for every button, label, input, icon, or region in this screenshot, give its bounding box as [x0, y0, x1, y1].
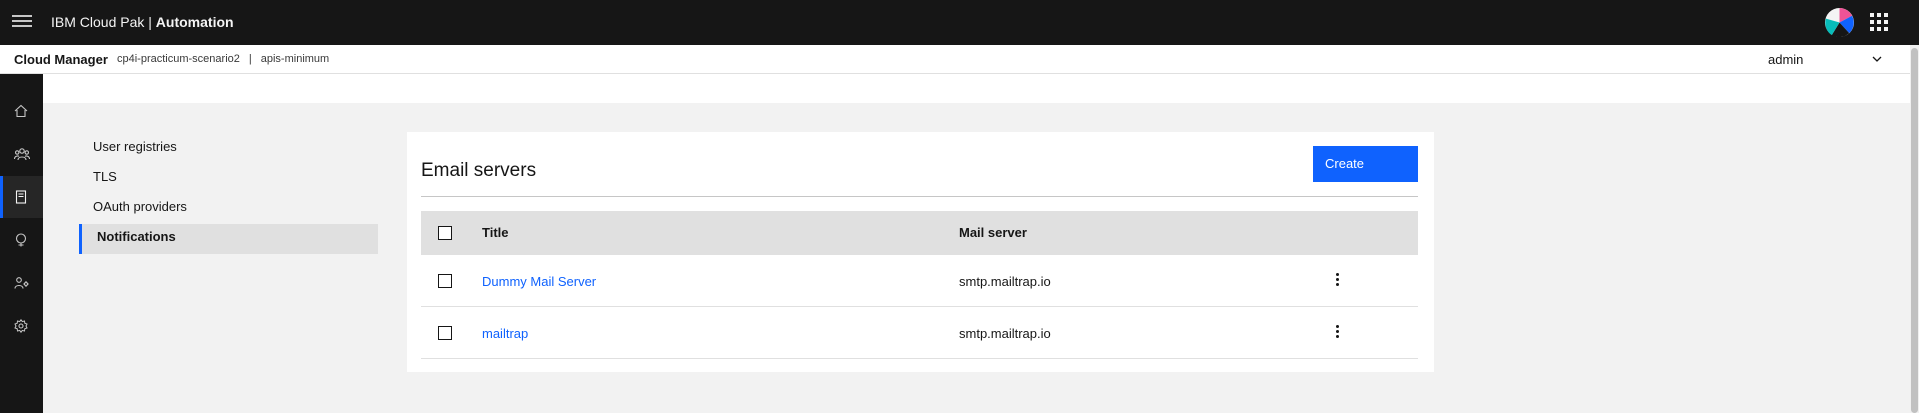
breadcrumb-org[interactable]: cp4i-practicum-scenario2 [117, 53, 240, 65]
breadcrumb-catalog[interactable]: apis-minimum [261, 53, 329, 65]
topology-icon [15, 233, 27, 247]
column-title: Title [482, 225, 509, 240]
context-bar: Cloud Manager cp4i-practicum-scenario2 | a… [0, 45, 1910, 74]
rail-topology[interactable] [0, 219, 43, 261]
breadcrumb: cp4i-practicum-scenario2 | apis-minimum [117, 53, 329, 65]
product-name: IBM Cloud Pak | Automation [51, 14, 234, 30]
brand-prefix: IBM Cloud Pak | [51, 14, 156, 30]
overflow-menu-icon[interactable] [1329, 271, 1345, 291]
hamburger-icon[interactable] [12, 12, 32, 32]
row-checkbox[interactable] [438, 274, 452, 288]
rail-members[interactable] [0, 133, 43, 175]
rail-user-management[interactable] [0, 262, 43, 304]
vertical-scrollbar[interactable] [1910, 45, 1919, 413]
user-management-icon [14, 277, 29, 289]
column-mail-server: Mail server [959, 225, 1027, 240]
app-switcher-icon[interactable] [1870, 13, 1888, 31]
create-button[interactable]: Create [1313, 146, 1418, 182]
brand-strong: Automation [155, 14, 234, 30]
email-servers-card: Email servers Create Title Mail server D… [407, 132, 1434, 372]
rail-resources[interactable] [0, 176, 43, 218]
side-rail [0, 74, 43, 413]
row-title-link[interactable]: Dummy Mail Server [482, 274, 596, 289]
top-header: IBM Cloud Pak | Automation [0, 0, 1919, 45]
select-all-checkbox[interactable] [438, 226, 452, 240]
settings-nav: User registries TLS OAuth providers Noti… [79, 134, 378, 254]
user-avatar-icon[interactable] [1824, 7, 1855, 38]
scrollbar-thumb[interactable] [1911, 48, 1918, 413]
members-icon [14, 148, 30, 161]
app-title: Cloud Manager [14, 52, 108, 67]
resources-icon [15, 190, 27, 204]
breadcrumb-separator: | [248, 53, 252, 65]
home-icon [14, 104, 28, 118]
rail-home[interactable] [0, 90, 43, 132]
page-title: Email servers [421, 160, 537, 181]
table-row: mailtrap smtp.mailtrap.io [421, 307, 1418, 359]
row-checkbox[interactable] [438, 326, 452, 340]
table-row: Dummy Mail Server smtp.mailtrap.io [421, 255, 1418, 307]
user-menu[interactable]: admin [1768, 52, 1803, 67]
page-header-strip [43, 74, 1910, 103]
rail-settings[interactable] [0, 305, 43, 347]
nav-tls[interactable]: TLS [79, 164, 378, 194]
chevron-down-icon[interactable] [1871, 53, 1883, 65]
row-mail-server: smtp.mailtrap.io [959, 274, 1051, 289]
nav-oauth-providers[interactable]: OAuth providers [79, 194, 378, 224]
table-header: Title Mail server [421, 211, 1418, 255]
title-divider [421, 196, 1418, 197]
row-mail-server: smtp.mailtrap.io [959, 326, 1051, 341]
nav-user-registries[interactable]: User registries [79, 134, 378, 164]
nav-notifications[interactable]: Notifications [79, 224, 378, 254]
row-title-link[interactable]: mailtrap [482, 326, 528, 341]
settings-icon [14, 319, 28, 333]
overflow-menu-icon[interactable] [1329, 323, 1345, 343]
